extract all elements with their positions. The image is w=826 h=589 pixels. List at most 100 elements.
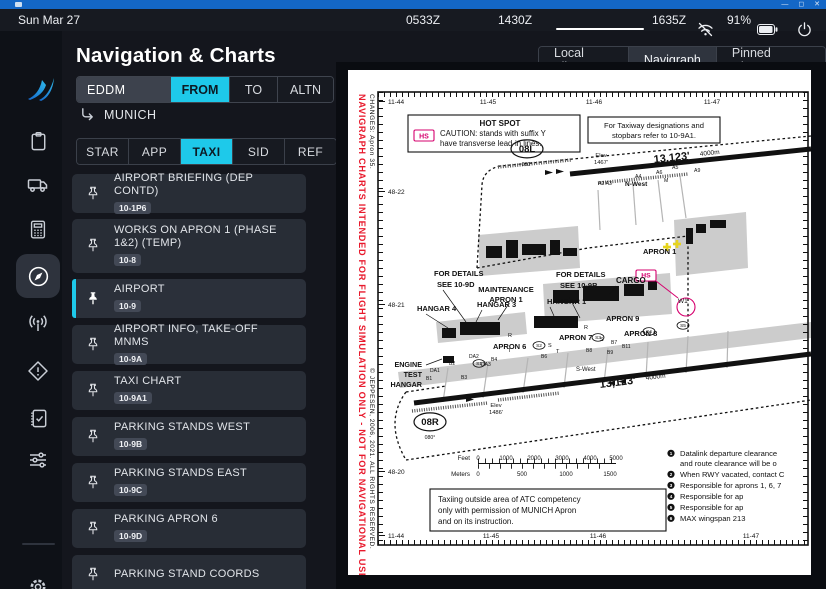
list-item-parking-apron6[interactable]: PARKING APRON 6 10-9D [72,509,306,548]
pin-outline-icon[interactable] [84,428,102,446]
tab-star[interactable]: STAR [77,139,128,164]
chart-canvas[interactable]: NAVIGRAPH CHARTS INTENDED FOR FLIGHT SIM… [348,70,811,575]
chart-title: TAXI CHART [114,375,296,388]
list-item-taxi-chart[interactable]: TAXI CHART 10-9A1 [72,371,306,410]
list-item-parking-west[interactable]: PARKING STANDS WEST 10-9B [72,417,306,456]
pin-outline-icon[interactable] [84,336,102,354]
svg-text:11-47: 11-47 [743,533,760,540]
svg-text:4: 4 [670,494,673,499]
tab-taxi[interactable]: TAXI [180,139,232,164]
list-item-parking-coords[interactable]: PARKING STAND COORDS [72,555,306,589]
pin-outline-icon[interactable] [84,237,102,255]
battery-percentage: 91% [727,13,751,27]
wifi-off-icon [697,22,714,37]
svg-text:A7: A7 [682,159,688,165]
chart-code-badge: 10-9A [114,353,147,365]
segment-from-button[interactable]: FROM [171,77,229,102]
segment-to-button[interactable]: TO [229,77,277,102]
pin-outline-icon[interactable] [84,520,102,538]
svg-text:08R: 08R [421,417,439,428]
svg-text:11-47: 11-47 [704,99,721,106]
svg-text:2000: 2000 [527,456,541,462]
status-arrival-time: 1635Z [652,13,686,27]
tab-app[interactable]: APP [128,139,180,164]
svg-text:For Taxiway designations and: For Taxiway designations and [604,121,704,130]
flight-progress-line [556,28,644,31]
sidebar-item-navigation-charts[interactable] [16,254,60,298]
gear-icon [26,575,50,589]
svg-text:CHANGES: Apron 35.: CHANGES: Apron 35. [368,94,375,169]
window-maximize-button[interactable]: ◻ [798,0,804,9]
svg-text:When RWY vacated, contact C: When RWY vacated, contact C [680,470,785,479]
clipboard-icon [27,130,50,153]
svg-text:A5: A5 [672,165,678,171]
sidebar-item-hazards[interactable] [18,351,58,391]
sidebar-item-calculator[interactable] [18,209,58,249]
svg-text:HANGAR 4: HANGAR 4 [417,304,457,313]
svg-text:CAUTION: stands with suffix Y: CAUTION: stands with suffix Y [440,129,547,138]
window-close-button[interactable]: ✕ [814,0,820,9]
svg-text:Responsible for ap: Responsible for ap [680,503,743,512]
svg-text:6: 6 [670,516,673,521]
airport-icao-input[interactable]: EDDM [77,77,171,102]
warning-diamond-icon [26,359,50,383]
chart-title: PARKING APRON 6 [114,513,296,526]
list-item-works-apron[interactable]: WORKS ON APRON 1 (PHASE 1&2) (TEMP) 10-8 [72,219,306,273]
svg-text:4000m: 4000m [645,373,666,382]
calculator-icon [27,218,49,241]
sliders-icon [26,447,50,471]
sidebar-item-radio[interactable] [18,304,58,344]
svg-text:3000: 3000 [555,456,569,462]
svg-text:FOR DETAILS: FOR DETAILS [556,270,605,279]
tab-sid[interactable]: SID [232,139,284,164]
svg-text:B11: B11 [622,344,631,350]
svg-text:DA1: DA1 [430,368,440,374]
svg-text:A4: A4 [635,174,641,180]
return-arrow-icon [80,107,95,122]
svg-text:APRON 9: APRON 9 [606,314,639,323]
list-item-airport-info[interactable]: AIRPORT INFO, TAKE-OFF MNMS 10-9A [72,325,306,364]
list-item-parking-east[interactable]: PARKING STANDS EAST 10-9C [72,463,306,502]
pin-outline-icon[interactable] [84,474,102,492]
chart-title: PARKING STANDS EAST [114,467,296,480]
svg-text:1: 1 [670,451,673,456]
sidebar-item-settings[interactable] [18,567,58,589]
svg-text:0: 0 [476,472,480,478]
segment-altn-button[interactable]: ALTN [277,77,333,102]
svg-text:11-46: 11-46 [586,99,603,106]
sidebar-item-flight-log[interactable] [18,121,58,161]
power-icon[interactable] [797,22,812,37]
svg-text:ENGINE: ENGINE [394,360,422,369]
pin-filled-icon[interactable] [84,290,102,308]
list-item-airport[interactable]: AIRPORT 10-9 [72,279,306,318]
chart-code-badge: 10-9D [114,530,147,542]
svg-text:S3: S3 [595,335,601,341]
pin-outline-icon[interactable] [84,566,102,584]
svg-text:and on its instruction.: and on its instruction. [438,517,514,526]
window-titlebar[interactable]: — ◻ ✕ [0,0,826,9]
chart-title: PARKING STANDS WEST [114,421,296,434]
svg-text:© JEPPESEN, 2006, 2021. ALL RI: © JEPPESEN, 2006, 2021. ALL RIGHTS RESER… [368,368,376,549]
sidebar-item-filters[interactable] [18,439,58,479]
tab-ref[interactable]: REF [284,139,336,164]
chart-type-tabs: STAR APP TAXI SID REF [76,138,337,165]
pin-outline-icon[interactable] [84,382,102,400]
page-title: Navigation & Charts [76,44,276,68]
sidebar-item-ground-services[interactable] [18,164,58,204]
pin-outline-icon[interactable] [84,185,102,203]
svg-text:4000: 4000 [583,456,597,462]
svg-text:11-45: 11-45 [483,533,500,540]
chart-code-badge: 10-9A1 [114,392,152,404]
svg-text:Elev: Elev [595,153,606,159]
app-icon [15,2,22,7]
svg-text:HS: HS [419,134,429,141]
status-bar: Sun Mar 27 0533Z 1430Z 1635Z 91% [0,9,826,31]
svg-text:3: 3 [670,483,673,488]
list-item-airport-briefing[interactable]: AIRPORT BRIEFING (DEP CONTD) 10-1P6 [72,174,306,213]
window-minimize-button[interactable]: — [781,0,788,9]
svg-text:11-46: 11-46 [590,533,607,540]
sidebar-item-checklists[interactable] [18,398,58,438]
chart-code-badge: 10-8 [114,254,141,266]
svg-text:A6: A6 [656,170,662,176]
sidebar-divider [22,543,55,545]
